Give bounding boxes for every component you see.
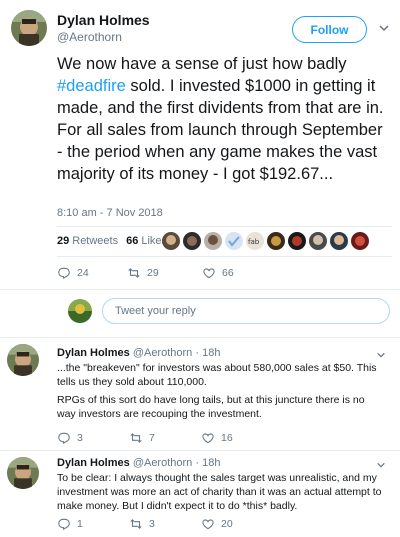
retweets-stat[interactable]: 29 Retweets [57, 235, 118, 247]
liker-avatar[interactable] [330, 232, 348, 250]
like-action[interactable]: 20 [201, 517, 251, 531]
reply-icon [57, 517, 71, 531]
reply-text: ...the "breakeven" for investors was abo… [57, 362, 377, 388]
reply-icon [57, 431, 71, 445]
reply-author-name[interactable]: Dylan Holmes [57, 457, 130, 469]
reply-tweet[interactable]: Dylan Holmes @Aerothorn · 18h To be clea… [0, 451, 400, 537]
retweet-icon [129, 517, 143, 531]
avatar[interactable] [11, 10, 47, 46]
follow-button[interactable]: Follow [292, 16, 367, 43]
reply-count: 3 [77, 432, 83, 444]
likes-stat[interactable]: 66 Likes [126, 235, 167, 247]
reply-composer: Tweet your reply [57, 296, 397, 332]
retweets-label: Retweets [72, 235, 119, 247]
reply-age[interactable]: · 18h [195, 457, 220, 469]
like-count: 16 [221, 432, 233, 444]
retweet-icon [129, 431, 143, 445]
svg-text:fab: fab [248, 238, 260, 246]
reply-count: 1 [77, 518, 83, 530]
reply-author-handle[interactable]: @Aerothorn [133, 347, 192, 359]
retweet-icon [127, 266, 141, 280]
hashtag-link[interactable]: #deadfire [57, 77, 126, 95]
engagement-stats: 29 Retweets 66 Likes [57, 235, 175, 247]
liker-avatar[interactable] [204, 232, 222, 250]
like-icon [201, 431, 215, 445]
reply-header: Dylan Holmes @Aerothorn · 18h [57, 347, 220, 359]
author-name[interactable]: Dylan Holmes [57, 12, 150, 28]
like-action[interactable]: 16 [201, 431, 251, 445]
divider [57, 256, 392, 257]
like-count: 20 [221, 518, 233, 530]
reply-author-handle[interactable]: @Aerothorn [133, 457, 192, 469]
like-action[interactable]: 66 [202, 266, 252, 280]
reply-tweet[interactable]: Dylan Holmes @Aerothorn · 18h ...the "br… [0, 338, 400, 452]
like-count: 66 [222, 267, 234, 279]
chevron-down-icon[interactable] [376, 460, 386, 470]
liker-avatar[interactable] [225, 232, 243, 250]
liker-avatar[interactable] [351, 232, 369, 250]
retweets-count: 29 [57, 235, 70, 247]
chevron-down-icon[interactable] [378, 22, 390, 34]
tweet-actions: 1 3 20 [57, 517, 271, 531]
timestamp[interactable]: 8:10 am - 7 Nov 2018 [57, 207, 163, 219]
likers-avatars: fab [162, 232, 372, 250]
tweet-text: We now have a sense of just how badly #d… [57, 53, 392, 185]
liker-avatar[interactable] [267, 232, 285, 250]
tweet-actions: 24 29 66 [57, 266, 272, 280]
main-tweet: Dylan Holmes @Aerothorn Follow We now ha… [0, 0, 400, 335]
liker-avatar[interactable] [309, 232, 327, 250]
retweet-count: 3 [149, 518, 155, 530]
reply-action[interactable]: 24 [57, 266, 107, 280]
liker-avatar[interactable] [183, 232, 201, 250]
retweet-action[interactable]: 29 [127, 266, 182, 280]
retweet-action[interactable]: 3 [129, 517, 181, 531]
avatar[interactable] [7, 457, 39, 489]
tweet-text-part: We now have a sense of just how badly [57, 55, 347, 73]
divider [0, 289, 400, 290]
like-icon [202, 266, 216, 280]
reply-action[interactable]: 1 [57, 517, 109, 531]
reply-text: RPGs of this sort do have long tails, bu… [57, 394, 365, 420]
reply-text: To be clear: I always thought the sales … [57, 472, 382, 512]
reply-icon [57, 266, 71, 280]
like-icon [201, 517, 215, 531]
retweet-action[interactable]: 7 [129, 431, 181, 445]
avatar [68, 299, 92, 323]
divider [57, 226, 392, 227]
reply-header: Dylan Holmes @Aerothorn · 18h [57, 457, 220, 469]
liker-avatar[interactable] [162, 232, 180, 250]
reply-count: 24 [77, 267, 89, 279]
chevron-down-icon[interactable] [376, 350, 386, 360]
reply-age[interactable]: · 18h [195, 347, 220, 359]
author-handle[interactable]: @Aerothorn [57, 30, 122, 44]
likes-count: 66 [126, 235, 139, 247]
reply-input[interactable]: Tweet your reply [102, 298, 390, 324]
retweet-count: 7 [149, 432, 155, 444]
reply-author-name[interactable]: Dylan Holmes [57, 347, 130, 359]
liker-avatar[interactable]: fab [246, 232, 264, 250]
tweet-actions: 3 7 16 [57, 431, 271, 445]
avatar[interactable] [7, 344, 39, 376]
reply-action[interactable]: 3 [57, 431, 109, 445]
liker-avatar[interactable] [288, 232, 306, 250]
retweet-count: 29 [147, 267, 159, 279]
